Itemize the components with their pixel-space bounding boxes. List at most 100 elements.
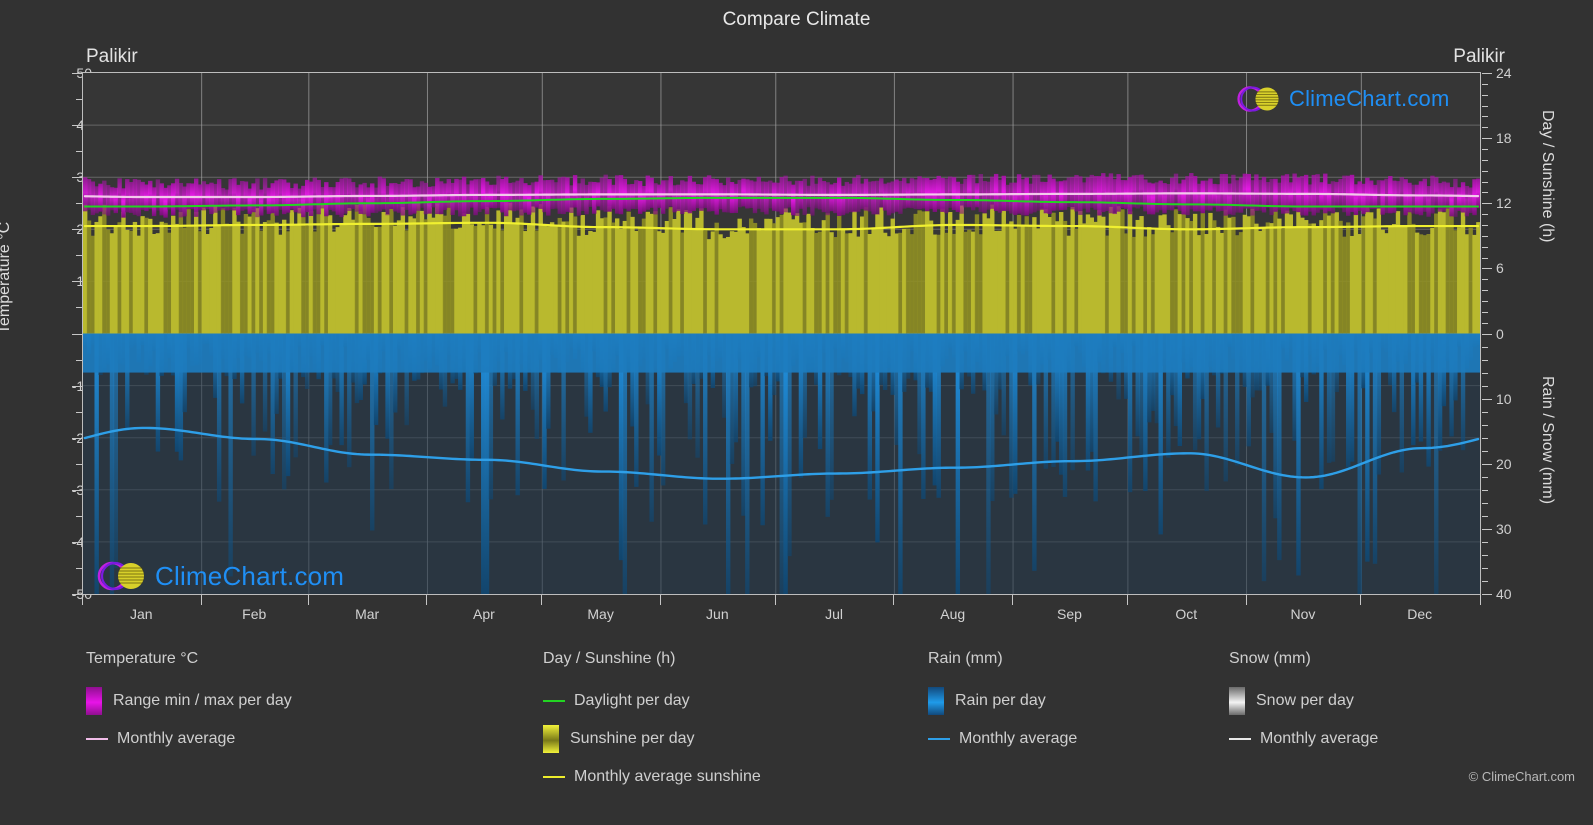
x-axis-tick [1360, 595, 1362, 605]
y-axis-left-tick [72, 385, 82, 387]
y-axis-right-tick [1482, 333, 1492, 335]
plot-area[interactable]: ClimeChart.com ClimeChart.com [82, 72, 1481, 595]
y-axis-right-minor-tick [1482, 424, 1488, 426]
legend-item[interactable]: Monthly average [86, 720, 292, 758]
y-axis-title-right-bottom: Rain / Snow (mm) [1539, 376, 1556, 505]
y-axis-right-minor-tick [1482, 257, 1488, 259]
y-axis-left-tick [72, 333, 82, 335]
x-axis-tick-label-dec: Dec [1407, 606, 1433, 622]
y-axis-right-minor-tick [1482, 437, 1488, 439]
y-axis-right-minor-tick [1482, 127, 1488, 129]
y-axis-right-tick-label: 24 [1496, 65, 1512, 81]
y-axis-right-minor-tick [1482, 515, 1488, 517]
y-axis-right-tick [1482, 73, 1492, 74]
y-axis-right-minor-tick [1482, 411, 1488, 413]
x-axis-tick-label-mar: Mar [355, 606, 380, 622]
y-axis-right-minor-tick [1482, 346, 1488, 348]
y-axis-right-tick-label: 40 [1496, 586, 1512, 602]
y-axis-left-tick [72, 125, 82, 127]
x-axis-tick [1245, 595, 1247, 605]
chart-svg [83, 73, 1480, 594]
y-axis-right-minor-tick [1482, 224, 1488, 226]
y-axis-left-tick [72, 177, 82, 179]
x-axis-tick-label-jan: Jan [130, 606, 153, 622]
legend-swatch-line-icon [86, 738, 108, 740]
y-axis-right-tick [1482, 594, 1492, 595]
y-axis-right-minor-tick [1482, 489, 1488, 491]
y-axis-right-minor-tick [1482, 554, 1488, 556]
x-axis-tick-label-aug: Aug [940, 606, 966, 622]
x-axis-tick [1126, 595, 1128, 605]
y-axis-right-tick [1482, 138, 1492, 140]
y-axis-left-tick [72, 489, 82, 491]
legend-swatch-box-icon [543, 725, 559, 753]
y-axis-right-minor-tick [1482, 83, 1488, 85]
y-axis-left-tick [72, 281, 82, 283]
y-axis-title-right-top: Day / Sunshine (h) [1539, 110, 1556, 243]
y-axis-right-minor-tick [1482, 116, 1488, 118]
y-axis-right-minor-tick [1482, 94, 1488, 96]
legend-swatch-line-icon [1229, 738, 1251, 740]
y-axis-right-tick-label: 30 [1496, 520, 1512, 537]
legend-item-label: Rain per day [955, 692, 1046, 709]
watermark-text-top: ClimeChart.com [1289, 86, 1450, 111]
y-axis-right-minor-tick [1482, 170, 1488, 172]
y-axis-right-tick [1482, 268, 1492, 270]
y-axis-right-minor-tick [1482, 502, 1488, 504]
y-axis-right-minor-tick [1482, 246, 1488, 248]
y-axis-right-tick-label: 6 [1496, 260, 1504, 277]
location-label-left: Palikir [86, 46, 138, 67]
x-axis-tick-label-sep: Sep [1056, 606, 1082, 622]
legend-group-heading: Day / Sunshine (h) [543, 650, 676, 667]
legend-item[interactable]: Sunshine per day [543, 720, 761, 758]
y-axis-right-minor-tick [1482, 148, 1488, 150]
y-axis-right-minor-tick [1482, 322, 1488, 324]
legend-item[interactable]: Snow per day [1229, 682, 1378, 720]
legend-group-rain-mm: Rain (mm) Rain per day Monthly average [928, 650, 1077, 758]
chart-legend: Temperature °C Range min / max per day Mon… [0, 650, 1593, 800]
x-axis-tick [200, 595, 202, 605]
legend-group-day-sunshine-h: Day / Sunshine (h) Daylight per day Sunshi… [543, 650, 761, 796]
x-axis-tick [1012, 595, 1014, 605]
x-axis-tick [426, 595, 428, 605]
legend-item[interactable]: Range min / max per day [86, 682, 292, 720]
legend-swatch-box-icon [928, 687, 944, 715]
legend-swatch-line-icon [928, 738, 950, 740]
y-axis-right-tick-label: 18 [1496, 130, 1512, 147]
y-axis-left-tick [72, 541, 82, 543]
legend-item-label: Daylight per day [574, 692, 690, 709]
legend-item-label: Range min / max per day [113, 692, 292, 709]
y-axis-right-tick-label: 10 [1496, 390, 1512, 407]
x-axis-tick-label-feb: Feb [242, 606, 267, 622]
y-axis-right-tick [1482, 463, 1492, 465]
y-axis-right-tick [1482, 528, 1492, 530]
y-axis-right-tick-label: 20 [1496, 455, 1512, 472]
watermark-text-bottom: ClimeChart.com [155, 560, 345, 591]
x-axis-tick [541, 595, 543, 605]
y-axis-right-minor-tick [1482, 300, 1488, 302]
legend-group-heading: Temperature °C [86, 650, 199, 667]
legend-swatch-line-icon [543, 700, 565, 702]
y-axis-right-minor-tick [1482, 372, 1488, 374]
x-axis-tick [659, 595, 661, 605]
page-title: Compare Climate [722, 9, 871, 30]
y-axis-right-minor-tick [1482, 279, 1488, 281]
x-axis-tick-label-jul: Jul [825, 606, 844, 622]
x-axis-tick [893, 595, 895, 605]
legend-item[interactable]: Daylight per day [543, 682, 761, 720]
x-axis-tick [1480, 595, 1481, 605]
watermark-logo-top: ClimeChart.com [1235, 81, 1450, 117]
climechart-logo-icon [97, 561, 144, 591]
legend-item[interactable]: Rain per day [928, 682, 1077, 720]
climechart-logo-icon-small [1237, 86, 1279, 112]
legend-item-label: Snow per day [1256, 692, 1354, 709]
legend-item[interactable]: Monthly average sunshine [543, 758, 761, 796]
legend-group-heading: Snow (mm) [1229, 650, 1311, 667]
legend-item[interactable]: Monthly average [928, 720, 1077, 758]
y-axis-left-tick [72, 594, 82, 595]
legend-item[interactable]: Monthly average [1229, 720, 1378, 758]
x-axis-tick-label-nov: Nov [1290, 606, 1316, 622]
y-axis-left-tick [72, 437, 82, 439]
y-axis-right-minor-tick [1482, 159, 1488, 161]
y-axis-left-tick [72, 229, 82, 231]
